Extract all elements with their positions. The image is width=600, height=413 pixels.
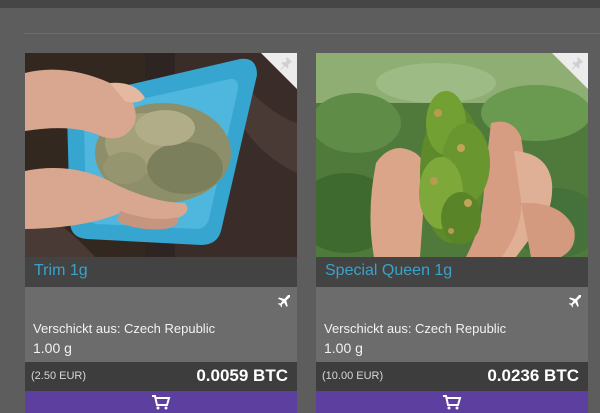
product-info: Verschickt aus: Czech Republic 1.00 g bbox=[25, 287, 297, 362]
shipping-origin: Verschickt aus: Czech Republic bbox=[324, 321, 507, 336]
add-to-cart-button[interactable] bbox=[316, 391, 588, 413]
section-divider bbox=[24, 33, 600, 34]
price-eur: (10.00 EUR) bbox=[322, 370, 384, 382]
product-image[interactable] bbox=[316, 53, 588, 257]
price-btc: 0.0059 BTC bbox=[196, 366, 288, 385]
product-title-bar[interactable]: Trim 1g bbox=[25, 257, 297, 287]
cart-icon bbox=[443, 395, 462, 410]
pin-icon[interactable] bbox=[570, 56, 584, 70]
product-title-bar[interactable]: Special Queen 1g bbox=[316, 257, 588, 287]
product-quantity: 1.00 g bbox=[33, 340, 72, 356]
add-to-cart-button[interactable] bbox=[25, 391, 297, 413]
price-bar: (2.50 EUR) 0.0059 BTC bbox=[25, 362, 297, 391]
product-card[interactable]: Trim 1g Verschickt aus: Czech Republic 1… bbox=[25, 53, 297, 413]
product-title[interactable]: Special Queen 1g bbox=[325, 262, 452, 280]
airplane-icon bbox=[277, 295, 290, 308]
product-image[interactable] bbox=[25, 53, 297, 257]
airplane-icon bbox=[568, 295, 581, 308]
product-card[interactable]: Special Queen 1g Verschickt aus: Czech R… bbox=[316, 53, 588, 413]
product-title[interactable]: Trim 1g bbox=[34, 262, 88, 280]
product-info: Verschickt aus: Czech Republic 1.00 g bbox=[316, 287, 588, 362]
cart-icon bbox=[152, 395, 171, 410]
shipping-origin: Verschickt aus: Czech Republic bbox=[33, 321, 216, 336]
pin-icon[interactable] bbox=[279, 56, 293, 70]
price-bar: (10.00 EUR) 0.0236 BTC bbox=[316, 362, 588, 391]
price-eur: (2.50 EUR) bbox=[31, 370, 87, 382]
top-bar bbox=[0, 0, 600, 8]
product-quantity: 1.00 g bbox=[324, 340, 363, 356]
price-btc: 0.0236 BTC bbox=[487, 366, 579, 385]
